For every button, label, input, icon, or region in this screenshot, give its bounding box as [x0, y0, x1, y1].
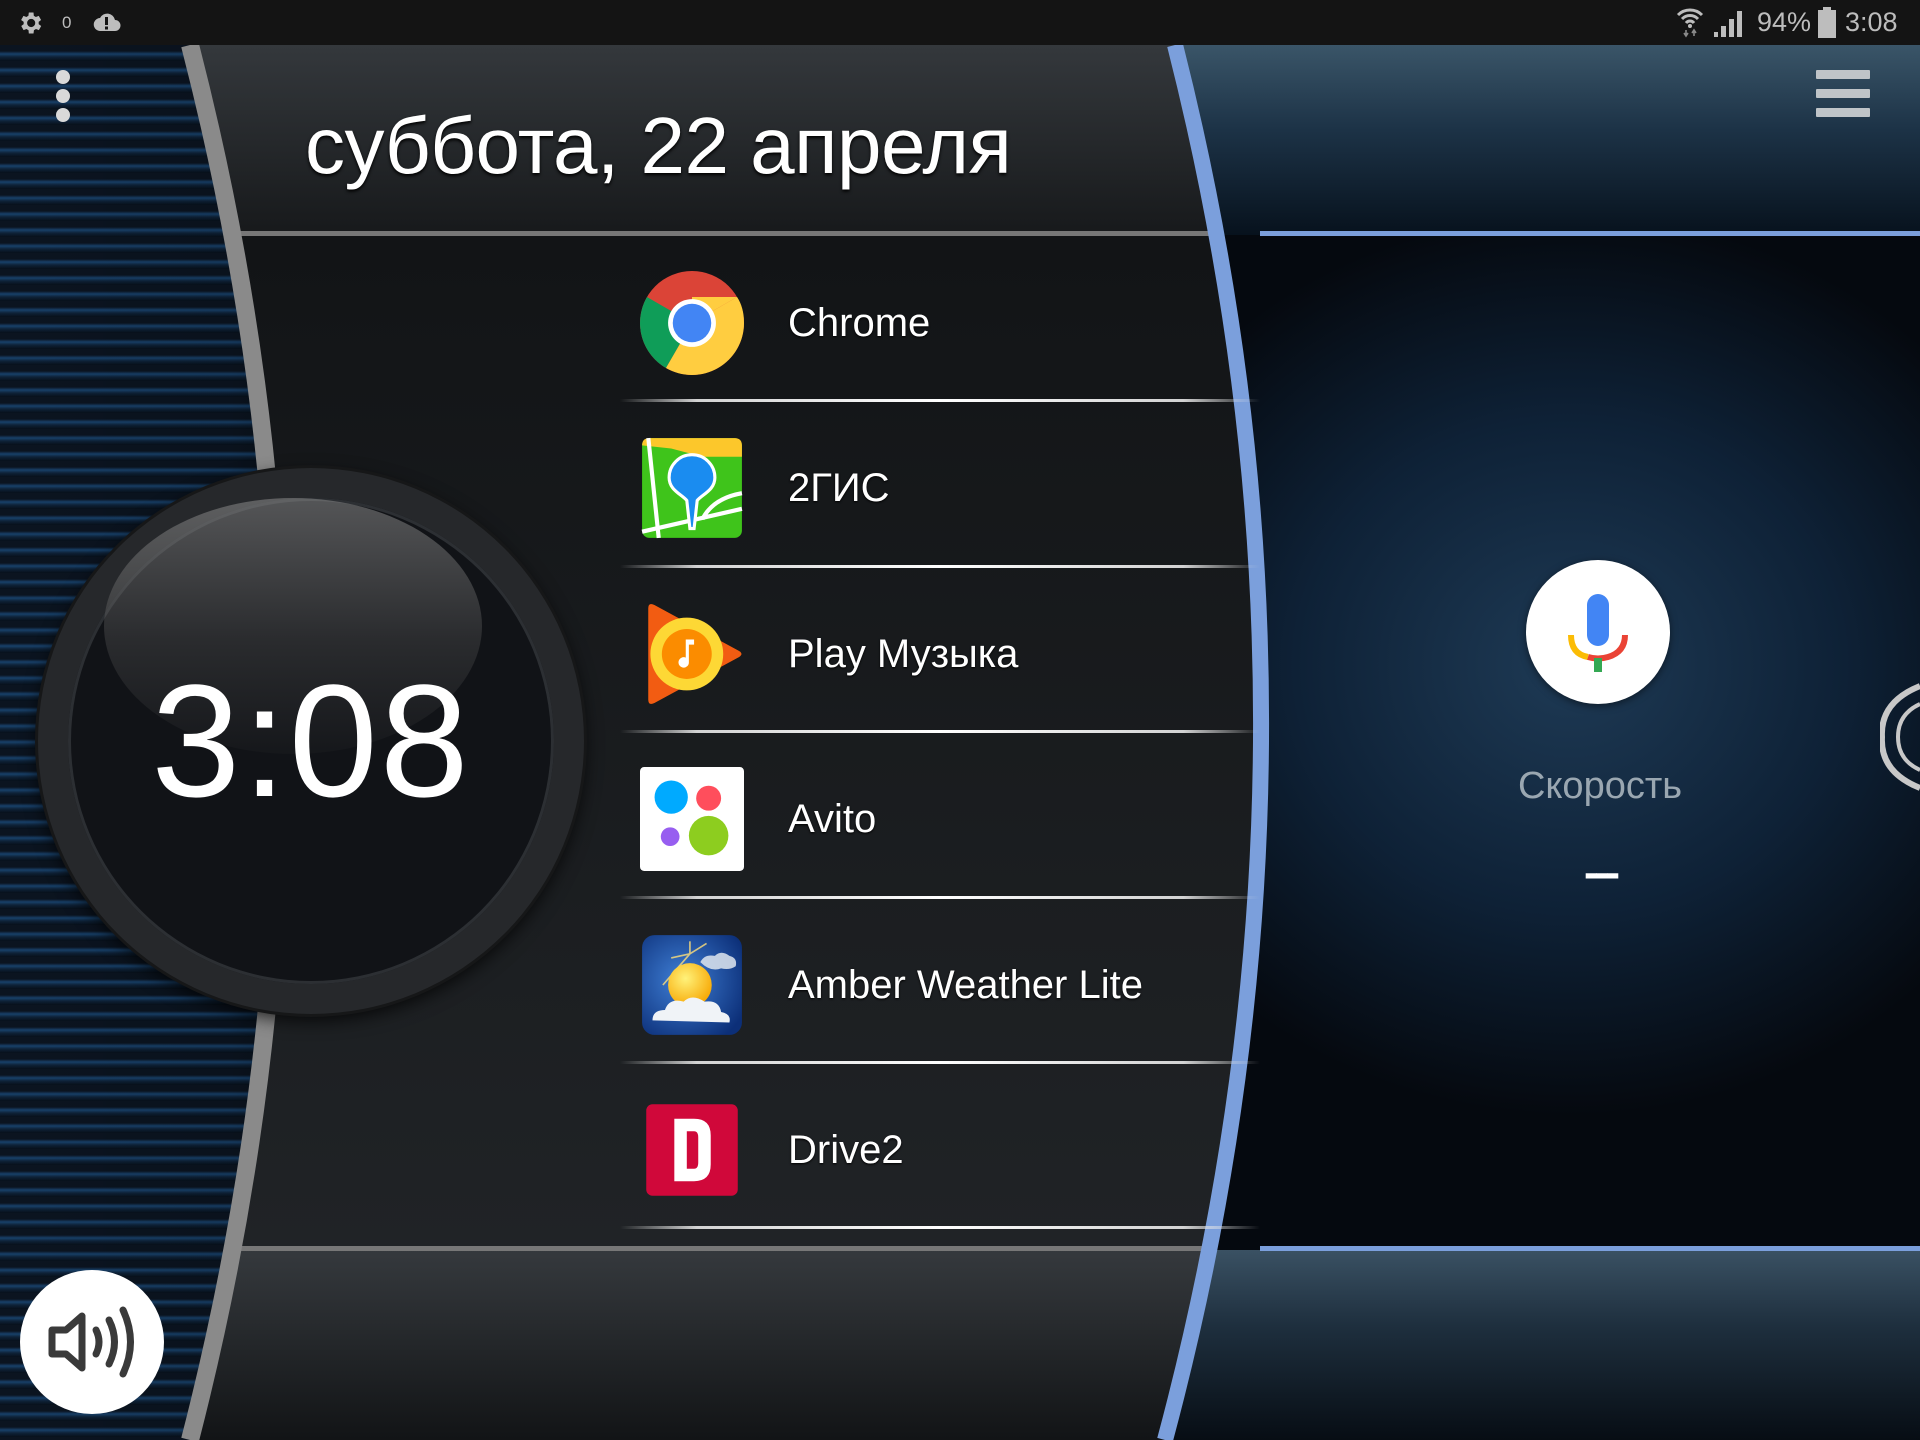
partial-widget-edge-icon[interactable]: [1880, 682, 1920, 792]
battery-percent: 94%: [1757, 7, 1812, 37]
hamburger-menu-button[interactable]: [1816, 68, 1872, 120]
drive2-icon: [646, 1104, 738, 1196]
app-label: Chrome: [788, 301, 931, 345]
app-item-avito[interactable]: Avito: [620, 737, 1260, 901]
voice-search-button[interactable]: [1526, 560, 1670, 704]
hamburger-bar: [1816, 108, 1870, 117]
volume-button[interactable]: [20, 1270, 164, 1414]
accent-line-bottom: [1260, 1246, 1920, 1251]
hamburger-bar: [1816, 70, 1870, 79]
app-label: Avito: [788, 797, 877, 841]
date-header: суббота, 22 апреля: [305, 101, 1012, 190]
cellular-signal-icon: [1714, 11, 1742, 37]
wifi-icon: [1676, 8, 1704, 38]
settings-gear-icon: [21, 12, 42, 34]
status-bar: 0 94% 3:08: [0, 0, 1920, 45]
amber-weather-icon: [642, 935, 742, 1035]
google-mic-icon: [1568, 594, 1628, 672]
kebab-dot: [56, 89, 70, 103]
speed-label: Скорость: [1517, 765, 1683, 807]
app-item-play-music[interactable]: Play Музыка: [620, 572, 1260, 736]
accent-line-top: [1260, 231, 1920, 236]
play-music-icon: [648, 604, 742, 704]
app-item-chrome[interactable]: Chrome: [620, 241, 1260, 405]
speed-value: ---: [1584, 848, 1620, 897]
kebab-dot: [56, 70, 70, 84]
clock-widget[interactable]: 3:08: [38, 468, 584, 1014]
app-label: Play Музыка: [788, 632, 1019, 676]
volume-icon: [48, 1306, 134, 1378]
app-label: 2ГИС: [788, 466, 890, 510]
battery-icon: [1818, 7, 1836, 38]
chrome-icon: [640, 271, 744, 375]
hamburger-bar: [1816, 89, 1870, 98]
kebab-dot: [56, 108, 70, 122]
cloud-alert-icon: [93, 13, 121, 32]
app-item-drive2[interactable]: Drive2: [620, 1068, 1260, 1232]
overflow-menu-button[interactable]: [48, 68, 78, 124]
clock-time: 3:08: [151, 651, 471, 830]
status-time: 3:08: [1845, 7, 1898, 37]
app-label: Drive2: [788, 1128, 904, 1172]
app-item-2gis[interactable]: 2ГИС: [620, 406, 1260, 570]
notification-count: 0: [62, 13, 72, 32]
app-label: Amber Weather Lite: [788, 963, 1143, 1007]
app-item-amber-weather[interactable]: Amber Weather Lite: [620, 903, 1260, 1067]
2gis-icon: [641, 437, 743, 539]
avito-icon: [640, 767, 744, 871]
